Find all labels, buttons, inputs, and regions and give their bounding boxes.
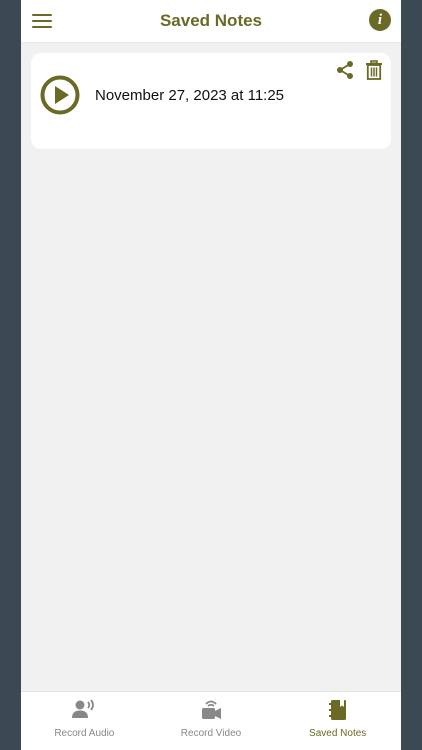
tab-saved-notes[interactable]: Saved Notes — [274, 692, 401, 750]
app-screen: Saved Notes i November 27, 2023 at 11:25 — [21, 0, 401, 750]
share-icon[interactable] — [336, 60, 354, 80]
info-icon[interactable]: i — [369, 9, 391, 31]
trash-icon[interactable] — [365, 60, 383, 80]
top-nav-bar: Saved Notes i — [21, 0, 401, 43]
notebook-icon — [328, 700, 346, 720]
saved-note-card[interactable]: November 27, 2023 at 11:25 — [31, 53, 391, 149]
speaking-person-icon — [72, 699, 95, 718]
note-date: November 27, 2023 at 11:25 — [95, 87, 285, 104]
bottom-tab-bar: Record Audio Record Video Saved Notes — [21, 691, 401, 750]
tab-record-video[interactable]: Record Video — [148, 692, 275, 750]
play-icon[interactable] — [40, 75, 80, 115]
video-camera-icon — [202, 700, 221, 719]
tab-label-saved-notes: Saved Notes — [309, 728, 367, 739]
tab-label-record-audio: Record Audio — [54, 728, 115, 739]
page-title: Saved Notes — [159, 11, 263, 30]
tab-label-record-video: Record Video — [180, 728, 242, 739]
tab-record-audio[interactable]: Record Audio — [21, 692, 148, 750]
